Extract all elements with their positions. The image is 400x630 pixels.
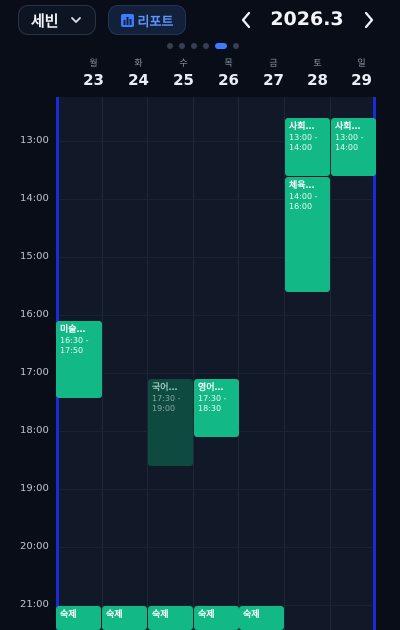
- event-time: 17:50: [60, 346, 84, 355]
- event-card[interactable]: 사회… 13:00 - 14:00: [331, 118, 376, 176]
- event-time: 13:00 -: [289, 133, 318, 142]
- event-time: 14:00 -: [289, 192, 318, 201]
- day-name: 토: [313, 59, 322, 69]
- event-time: 16:30 -: [60, 336, 89, 345]
- time-label: 16:00: [20, 309, 49, 320]
- event-card[interactable]: 체육… 14:00 - 16:00: [285, 177, 330, 292]
- page-dot-active[interactable]: [215, 43, 227, 49]
- bar-chart-icon: [120, 13, 134, 27]
- grid-column-divider: [330, 97, 331, 630]
- event-time: 14:00: [335, 143, 359, 152]
- day-header-sun[interactable]: 일 29: [339, 58, 384, 90]
- event-card[interactable]: 국어… 17:30 - 19:00: [148, 379, 193, 466]
- day-header-tue[interactable]: 화 24: [116, 58, 161, 90]
- event-card[interactable]: 숙제: [239, 606, 284, 630]
- profile-name: 세빈: [31, 11, 59, 30]
- page-dot[interactable]: [179, 43, 185, 49]
- day-header-sat[interactable]: 토 28: [295, 58, 340, 90]
- grid-column-divider: [238, 97, 239, 630]
- day-number: 28: [307, 71, 328, 89]
- day-name: 일: [357, 59, 366, 69]
- event-title: 사회…: [289, 122, 315, 132]
- event-card[interactable]: 숙제: [148, 606, 193, 630]
- event-title: 체육…: [289, 181, 315, 191]
- day-number: 24: [128, 71, 149, 89]
- day-number: 29: [351, 71, 372, 89]
- event-title: 숙제: [152, 610, 169, 620]
- grid-hour-line: [56, 489, 376, 490]
- event-title: 숙제: [243, 610, 260, 620]
- event-title: 숙제: [106, 610, 123, 620]
- event-time: 17:30 -: [198, 394, 227, 403]
- page-indicator: [0, 43, 400, 51]
- event-card[interactable]: 숙제: [194, 606, 239, 630]
- event-title: 숙제: [198, 610, 215, 620]
- day-header-fri[interactable]: 금 27: [251, 58, 296, 90]
- page-dot[interactable]: [233, 43, 239, 49]
- next-month-button[interactable]: [359, 8, 379, 32]
- page-dot[interactable]: [167, 43, 173, 49]
- day-name: 금: [269, 59, 278, 69]
- time-label: 21:00: [20, 599, 49, 610]
- event-card[interactable]: 사회… 13:00 - 14:00: [285, 118, 330, 176]
- day-header-mon[interactable]: 월 23: [71, 58, 116, 90]
- day-name: 화: [134, 59, 143, 69]
- grid-hour-line: [56, 315, 376, 316]
- event-time: 13:00 -: [335, 133, 364, 142]
- page-dot[interactable]: [203, 43, 209, 49]
- grid-hour-line: [56, 547, 376, 548]
- time-label: 19:00: [20, 483, 49, 494]
- time-label: 15:00: [20, 251, 49, 262]
- chevron-right-icon: [364, 11, 374, 29]
- report-button[interactable]: 리포트: [108, 5, 186, 35]
- chevron-down-icon: [70, 17, 81, 23]
- event-card[interactable]: 숙제: [102, 606, 147, 630]
- day-number: 26: [218, 71, 239, 89]
- prev-month-button[interactable]: [236, 8, 256, 32]
- event-time: 14:00: [289, 143, 313, 152]
- profile-selector-button[interactable]: 세빈: [18, 5, 96, 35]
- day-header-wed[interactable]: 수 25: [161, 58, 206, 90]
- time-label: 13:00: [20, 135, 49, 146]
- time-label: 18:00: [20, 425, 49, 436]
- event-card[interactable]: 영어… 17:30 - 18:30: [194, 379, 239, 437]
- event-title: 미술…: [60, 325, 86, 335]
- grid-column-divider: [147, 97, 148, 630]
- event-title: 숙제: [60, 610, 77, 620]
- month-label: 2026.3: [270, 8, 344, 30]
- time-label: 14:00: [20, 193, 49, 204]
- time-label: 17:00: [20, 367, 49, 378]
- event-time: 19:00: [152, 404, 176, 413]
- grid-column-divider: [102, 97, 103, 630]
- day-number: 27: [263, 71, 284, 89]
- event-time: 18:30: [198, 404, 222, 413]
- event-card[interactable]: 미술… 16:30 - 17:50: [56, 321, 102, 398]
- day-name: 수: [179, 59, 188, 69]
- grid-hour-line: [56, 373, 376, 374]
- grid-column-divider: [193, 97, 194, 630]
- event-title: 영어…: [198, 383, 224, 393]
- time-label: 20:00: [20, 541, 49, 552]
- day-number: 25: [173, 71, 194, 89]
- day-name: 월: [89, 59, 98, 69]
- event-title: 국어…: [152, 383, 178, 393]
- day-header-thu[interactable]: 목 26: [206, 58, 251, 90]
- event-time: 16:00: [289, 202, 313, 211]
- grid-right-edge: [373, 97, 376, 630]
- event-card[interactable]: 숙제: [56, 606, 101, 630]
- report-label: 리포트: [137, 14, 174, 30]
- day-number: 23: [83, 71, 104, 89]
- event-title: 사회…: [335, 122, 361, 132]
- day-name: 목: [224, 59, 233, 69]
- event-time: 17:30 -: [152, 394, 181, 403]
- top-bar: 세빈 리포트 2026.3: [0, 0, 400, 42]
- page-dot[interactable]: [191, 43, 197, 49]
- chevron-left-icon: [241, 11, 251, 29]
